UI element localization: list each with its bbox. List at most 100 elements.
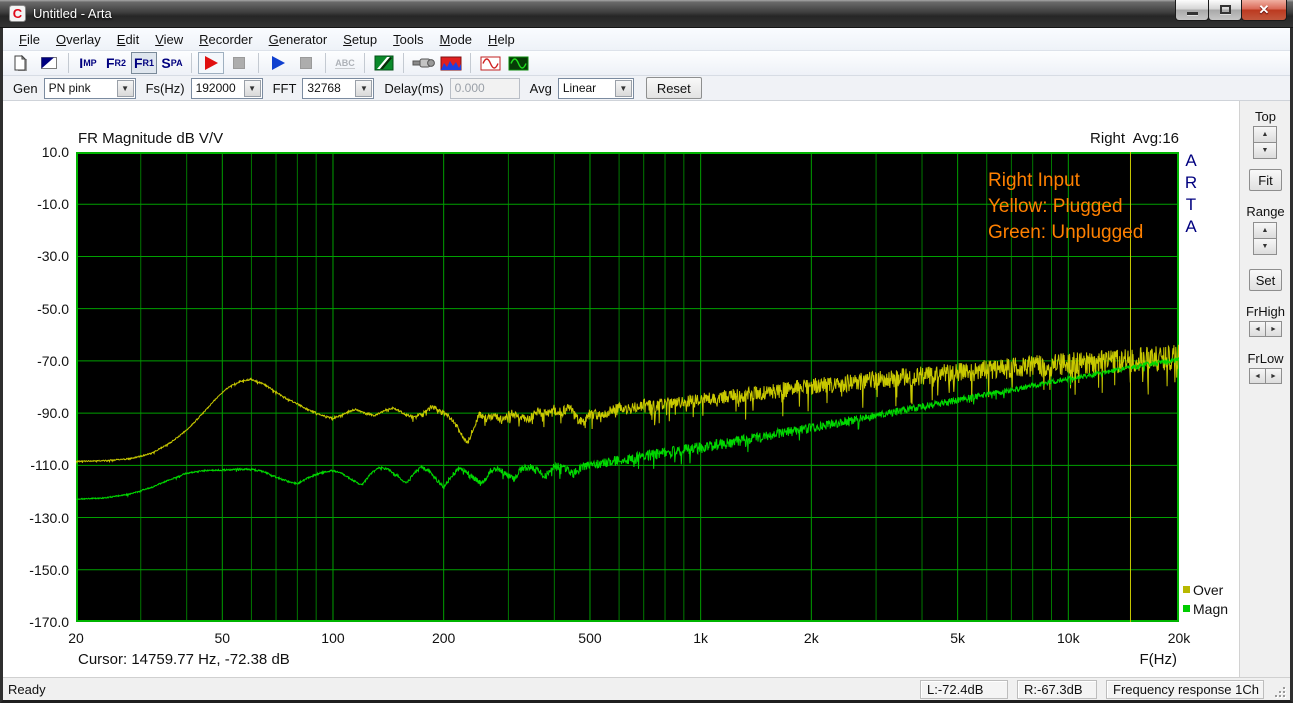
- fr1-mode-button[interactable]: FR1: [131, 52, 157, 74]
- menu-item-mode[interactable]: Mode: [432, 30, 481, 49]
- gen-label: Gen: [13, 81, 38, 96]
- chevron-down-icon[interactable]: ▼: [355, 80, 372, 97]
- frlow-label: FrLow: [1240, 351, 1291, 366]
- top-up-button[interactable]: ▲: [1253, 126, 1277, 143]
- minimize-button[interactable]: [1175, 0, 1209, 21]
- arta-watermark-letter: A: [1183, 150, 1199, 172]
- reset-button[interactable]: Reset: [646, 77, 702, 99]
- range-up-button[interactable]: ▲: [1253, 222, 1277, 239]
- range-label: Range: [1240, 204, 1291, 219]
- menu-item-recorder[interactable]: Recorder: [191, 30, 260, 49]
- y-tick-label: -170.0: [5, 614, 69, 630]
- menu-item-setup[interactable]: Setup: [335, 30, 385, 49]
- generator-value: PN pink: [45, 81, 116, 95]
- play-button[interactable]: [265, 52, 291, 74]
- maximize-icon: [1220, 5, 1231, 14]
- fft-size-select[interactable]: 32768 ▼: [302, 78, 374, 99]
- frhigh-label: FrHigh: [1240, 304, 1291, 319]
- signal-generator-button[interactable]: [477, 52, 503, 74]
- sample-rate-value: 192000: [192, 81, 243, 95]
- y-tick-label: -70.0: [5, 353, 69, 369]
- frlow-right-button[interactable]: ►: [1265, 368, 1282, 384]
- frhigh-left-button[interactable]: ◄: [1249, 321, 1266, 337]
- microphone-button[interactable]: [410, 52, 436, 74]
- fit-button[interactable]: Fit: [1249, 169, 1282, 191]
- record-start-button[interactable]: [198, 52, 224, 74]
- minimize-icon: [1187, 12, 1198, 15]
- impulse-response-button[interactable]: IMP: [75, 52, 101, 74]
- toolbar-separator: [191, 53, 192, 73]
- fr2-mode-button[interactable]: FR2: [103, 52, 129, 74]
- play-icon: [272, 56, 285, 70]
- chevron-down-icon[interactable]: ▼: [244, 80, 261, 97]
- delay-input: 0.000: [450, 78, 520, 99]
- toolbar-separator: [364, 53, 365, 73]
- microphone-icon: [411, 56, 435, 70]
- fs-label: Fs(Hz): [146, 81, 185, 96]
- chevron-down-icon[interactable]: ▼: [615, 80, 632, 97]
- stop-button[interactable]: [293, 52, 319, 74]
- spa-mode-button[interactable]: SPA: [159, 52, 185, 74]
- toolbar: IMP FR2 FR1 SPA ABC: [3, 51, 1290, 76]
- x-tick-label: 2k: [781, 630, 841, 646]
- resize-grip[interactable]: [1273, 685, 1287, 699]
- maximize-button[interactable]: [1208, 0, 1242, 21]
- chevron-down-icon[interactable]: ▼: [117, 80, 134, 97]
- y-tick-label: -110.0: [5, 457, 69, 473]
- set-button[interactable]: Set: [1249, 269, 1282, 291]
- arta-watermark-letter: A: [1183, 216, 1199, 238]
- menu-item-tools[interactable]: Tools: [385, 30, 431, 49]
- x-tick-label: 20k: [1149, 630, 1209, 646]
- title-bar[interactable]: C Untitled - Arta ✕: [0, 0, 1293, 28]
- y-tick-label: -30.0: [5, 248, 69, 264]
- range-spinner: ▲ ▼: [1253, 222, 1277, 255]
- y-tick-label: -150.0: [5, 562, 69, 578]
- graph-panel: FR Magnitude dB V/V Right Avg:16 Right I…: [3, 101, 1239, 677]
- graph-title: FR Magnitude dB V/V: [78, 130, 223, 147]
- new-file-button[interactable]: [8, 52, 34, 74]
- range-down-button[interactable]: ▼: [1253, 238, 1277, 255]
- legend: OverMagn: [1183, 580, 1228, 618]
- side-panel: Top ▲ ▼ Fit Range ▲ ▼ Set FrHigh ◄ ► FrL…: [1239, 101, 1290, 677]
- app-icon[interactable]: C: [9, 5, 26, 22]
- abc-label-icon: ABC: [335, 58, 355, 69]
- menu-item-edit[interactable]: Edit: [109, 30, 147, 49]
- legend-label: Over: [1193, 582, 1223, 598]
- spectrogram-button[interactable]: [371, 52, 397, 74]
- cursor-readout: Cursor: 14759.77 Hz, -72.38 dB: [78, 651, 290, 668]
- spectrogram-icon: [374, 55, 394, 71]
- sample-rate-select[interactable]: 192000 ▼: [191, 78, 263, 99]
- annotation-line: Green: Unplugged: [988, 220, 1143, 246]
- x-tick-label: 500: [560, 630, 620, 646]
- toolbar-separator: [68, 53, 69, 73]
- sine-red-icon: [480, 56, 501, 71]
- top-down-button[interactable]: ▼: [1253, 142, 1277, 159]
- control-bar: Gen PN pink ▼ Fs(Hz) 192000 ▼ FFT 32768 …: [3, 76, 1290, 101]
- menu-item-overlay[interactable]: Overlay: [48, 30, 109, 49]
- menu-item-view[interactable]: View: [147, 30, 191, 49]
- frlow-left-button[interactable]: ◄: [1249, 368, 1266, 384]
- record-play-icon: [205, 56, 218, 70]
- x-tick-label: 20: [46, 630, 106, 646]
- toolbar-separator: [470, 53, 471, 73]
- generator-select[interactable]: PN pink ▼: [44, 78, 136, 99]
- fr-plot[interactable]: Right InputYellow: PluggedGreen: Unplugg…: [76, 152, 1179, 622]
- close-button[interactable]: ✕: [1241, 0, 1287, 21]
- right-level-indicator: R:-67.3dB: [1017, 680, 1097, 699]
- spectrum-analyzer-button[interactable]: [438, 52, 464, 74]
- overlay-button[interactable]: [36, 52, 62, 74]
- toolbar-separator: [258, 53, 259, 73]
- menu-item-file[interactable]: File: [11, 30, 48, 49]
- label-tool-button[interactable]: ABC: [332, 52, 358, 74]
- menu-item-generator[interactable]: Generator: [261, 30, 336, 49]
- oscilloscope-button[interactable]: [505, 52, 531, 74]
- menu-item-help[interactable]: Help: [480, 30, 523, 49]
- arta-watermark-letter: R: [1183, 172, 1199, 194]
- arta-watermark: ARTA: [1183, 150, 1199, 238]
- averaging-select[interactable]: Linear ▼: [558, 78, 634, 99]
- frhigh-right-button[interactable]: ►: [1265, 321, 1282, 337]
- series-curve: [76, 358, 1179, 500]
- record-stop-button[interactable]: [226, 52, 252, 74]
- y-tick-label: -90.0: [5, 405, 69, 421]
- y-tick-label: -50.0: [5, 301, 69, 317]
